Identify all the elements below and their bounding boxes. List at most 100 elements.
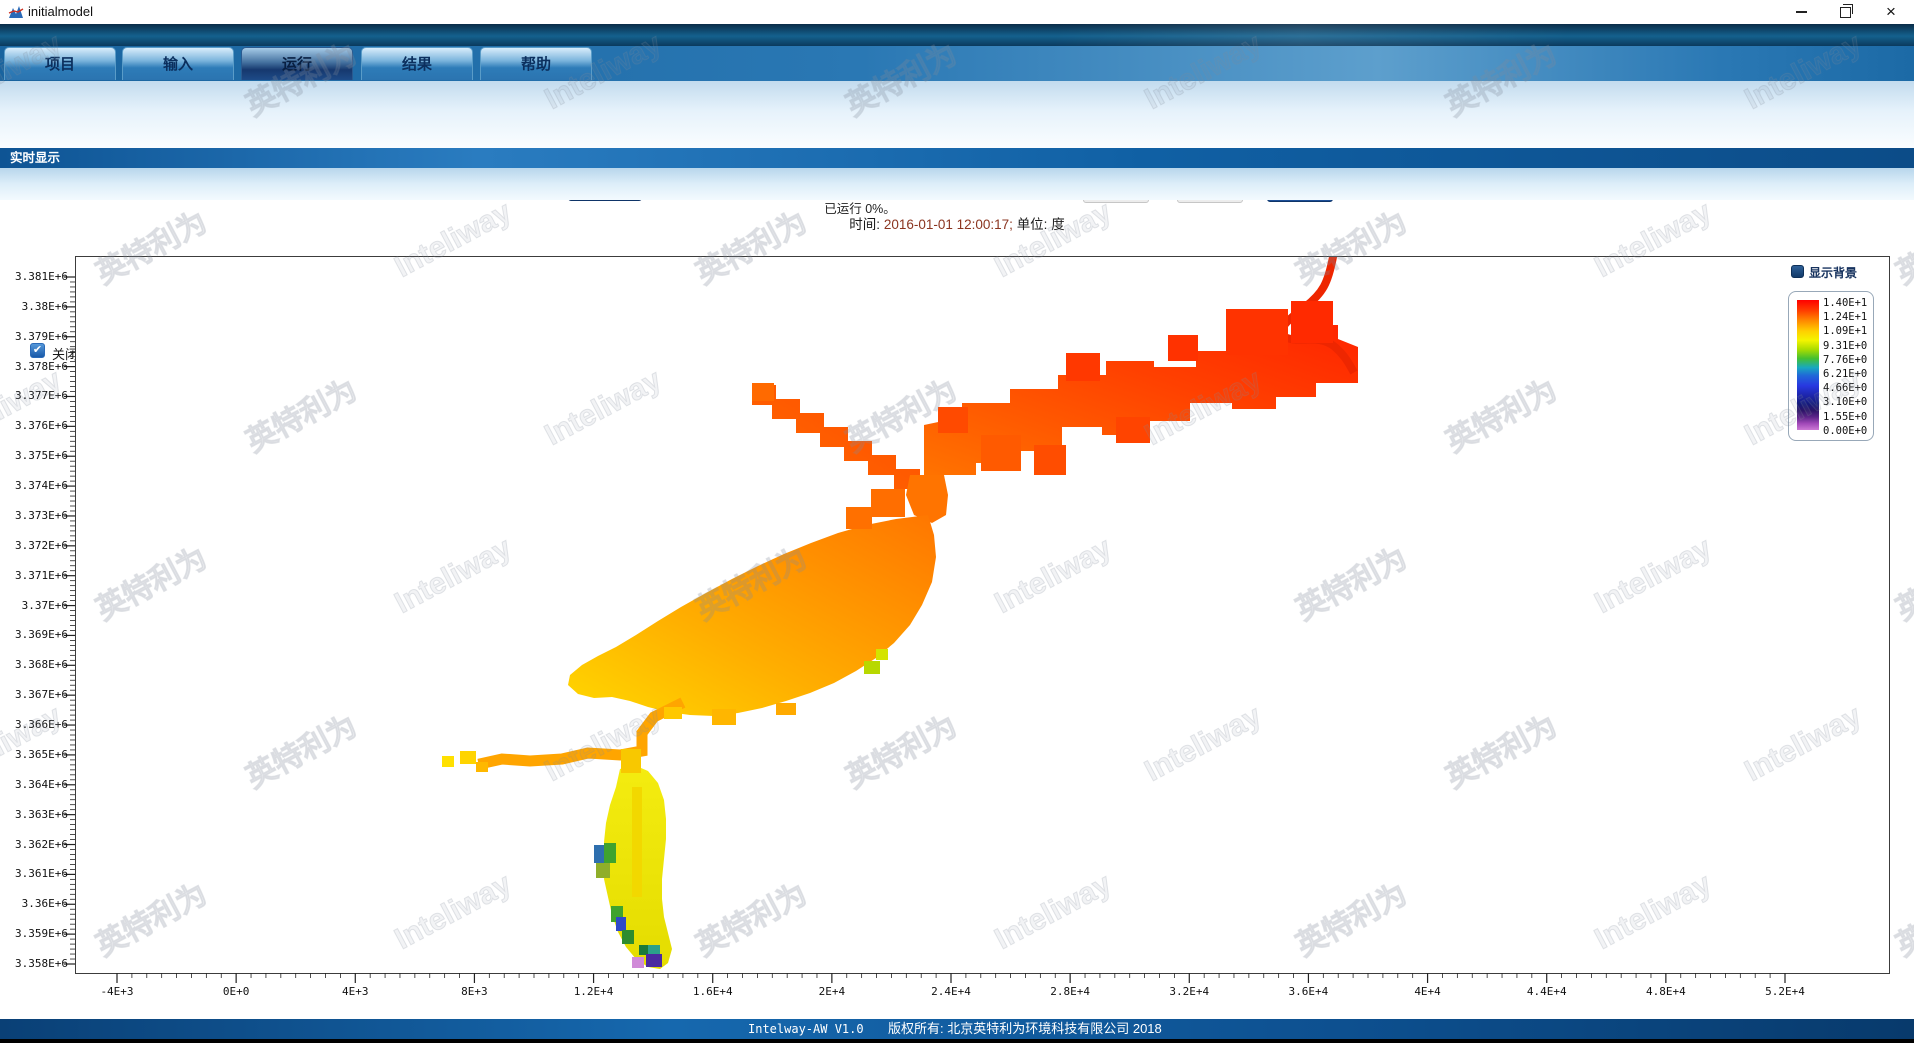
status-footer: Intelway-AW V1.0 版权所有: 北京英特利为环境科技有限公司 20… — [0, 1019, 1914, 1039]
heatmap-cell — [1291, 301, 1333, 343]
legend-value: 1.24E+1 — [1823, 311, 1871, 323]
app-version: Intelway-AW V1.0 — [748, 1019, 864, 1039]
heatmap-cell — [981, 435, 1021, 471]
y-tick-label: 3.368E+6 — [10, 658, 68, 671]
legend-value: 1.09E+1 — [1823, 325, 1871, 337]
y-tick-label: 3.361E+6 — [10, 867, 68, 880]
tab-results[interactable]: 结果 — [361, 47, 473, 80]
watermark-text: 英特利为 — [1887, 197, 1914, 292]
legend-value: 9.31E+0 — [1823, 340, 1871, 352]
tab-project[interactable]: 项目 — [4, 47, 116, 80]
heatmap-cell — [632, 957, 644, 968]
top-banner — [0, 24, 1914, 46]
heatmap-cell — [876, 649, 888, 660]
watermark-text: 英特利为 — [1887, 869, 1914, 964]
x-tick-label: 4E+3 — [313, 985, 397, 998]
y-tick-label: 3.371E+6 — [10, 569, 68, 582]
heatmap-cell — [664, 707, 682, 719]
y-tick-label: 3.365E+6 — [10, 748, 68, 761]
legend-value: 0.00E+0 — [1823, 425, 1871, 437]
legend-value: 6.21E+0 — [1823, 368, 1871, 380]
y-tick-label: 3.367E+6 — [10, 688, 68, 701]
heatmap-cell — [776, 703, 796, 715]
x-tick-label: 1.2E+4 — [552, 985, 636, 998]
heatmap-cell — [646, 954, 662, 967]
heatmap-cell — [1066, 353, 1100, 381]
tab-help[interactable]: 帮助 — [480, 47, 592, 80]
y-tick-label: 3.364E+6 — [10, 778, 68, 791]
y-tick-label: 3.374E+6 — [10, 479, 68, 492]
heatmap-cell — [864, 661, 880, 674]
x-axis-ticks — [75, 973, 1888, 985]
y-tick-label: 3.376E+6 — [10, 419, 68, 432]
heatmap-cell — [604, 843, 616, 863]
application-window: initialmodel × 项目输入运行结果帮助 环评/预警 运行模型 已运行… — [0, 0, 1914, 1043]
x-tick-label: 4E+4 — [1386, 985, 1470, 998]
heatmap-cell — [1168, 335, 1198, 361]
y-tick-label: 3.369E+6 — [10, 628, 68, 641]
x-tick-label: 3.2E+4 — [1147, 985, 1231, 998]
realtime-controls: ✔ 关闭图形显示 指标 水温 ˅ 水层 1 ˅ 输出间隔(小时) 自定义图谱 显… — [0, 168, 1914, 200]
time-header: 时间: 2016-01-01 12:00:17; 单位: 度 — [0, 213, 1914, 233]
legend-value: 7.76E+0 — [1823, 354, 1871, 366]
x-tick-label: -4E+3 — [75, 985, 159, 998]
y-tick-label: 3.373E+6 — [10, 509, 68, 522]
menu-tab-bar: 项目输入运行结果帮助 环评/预警 — [0, 46, 1914, 81]
legend-value: 4.66E+0 — [1823, 382, 1871, 394]
tab-input[interactable]: 输入 — [122, 47, 234, 80]
y-tick-label: 3.358E+6 — [10, 957, 68, 970]
heatmap-cell — [442, 756, 454, 767]
legend-value: 3.10E+0 — [1823, 396, 1871, 408]
heatmap-cell — [622, 930, 634, 944]
main-lake — [568, 515, 936, 716]
heatmap-cell — [476, 762, 488, 772]
x-tick-label: 2.4E+4 — [909, 985, 993, 998]
x-tick-label: 2.8E+4 — [1028, 985, 1112, 998]
tab-run[interactable]: 运行 — [241, 47, 353, 80]
bottom-strip — [0, 1039, 1914, 1043]
run-toolbar: 运行模型 已运行 0%。 暂停运行 终止运行 错误信息 — [0, 81, 1914, 148]
legend-value: 1.40E+1 — [1823, 297, 1871, 309]
colorbar — [1797, 300, 1819, 430]
heatmap-cell — [712, 709, 736, 725]
heatmap-plot-area: 显示背景 1.40E+1 1.24E+1 1.09E+1 9.31E+0 7.76E+0… — [75, 256, 1890, 974]
close-graphic-checkbox[interactable]: ✔ — [30, 343, 45, 358]
unit-label: 单位: — [1017, 217, 1048, 232]
heatmap-cell — [1226, 309, 1288, 355]
x-tick-label: 0E+0 — [194, 985, 278, 998]
close-button[interactable]: × — [1870, 0, 1912, 24]
heatmap-cell — [596, 863, 610, 878]
heatmap-cell — [632, 787, 642, 897]
show-background-label: 显示背景 — [1809, 264, 1857, 281]
fork-arm — [752, 385, 920, 489]
y-tick-label: 3.37E+6 — [10, 599, 68, 612]
copyright-text: 版权所有: 北京英特利为环境科技有限公司 2018 — [888, 1019, 1162, 1039]
unit-value: 度 — [1051, 217, 1065, 232]
heatmap-cell — [639, 945, 649, 955]
heatmap-cell — [616, 917, 626, 931]
x-tick-label: 2E+4 — [790, 985, 874, 998]
heatmap-cell — [1316, 383, 1346, 409]
heatmap-cell — [1034, 445, 1066, 475]
y-tick-label: 3.378E+6 — [10, 360, 68, 373]
y-tick-label: 3.372E+6 — [10, 539, 68, 552]
y-tick-label: 3.379E+6 — [10, 330, 68, 343]
west-connector-channel — [484, 705, 678, 763]
y-tick-label: 3.381E+6 — [10, 270, 68, 283]
heatmap-cell — [871, 489, 905, 517]
time-label: 时间: — [849, 217, 880, 232]
heatmap-cell — [621, 749, 641, 773]
x-tick-label: 3.6E+4 — [1266, 985, 1350, 998]
x-tick-label: 5.2E+4 — [1743, 985, 1827, 998]
realtime-section-header: 实时显示 — [0, 148, 1914, 168]
minimize-button[interactable] — [1780, 0, 1822, 24]
heatmap-cell — [938, 407, 968, 433]
y-tick-label: 3.363E+6 — [10, 808, 68, 821]
restore-button[interactable] — [1824, 0, 1866, 24]
show-background-checkbox[interactable] — [1791, 265, 1804, 278]
color-legend: 1.40E+1 1.24E+1 1.09E+1 9.31E+0 7.76E+0 6.21E… — [1788, 291, 1874, 441]
y-tick-label: 3.36E+6 — [10, 897, 68, 910]
y-tick-label: 3.362E+6 — [10, 838, 68, 851]
x-tick-label: 1.6E+4 — [671, 985, 755, 998]
app-logo-icon — [8, 4, 24, 20]
